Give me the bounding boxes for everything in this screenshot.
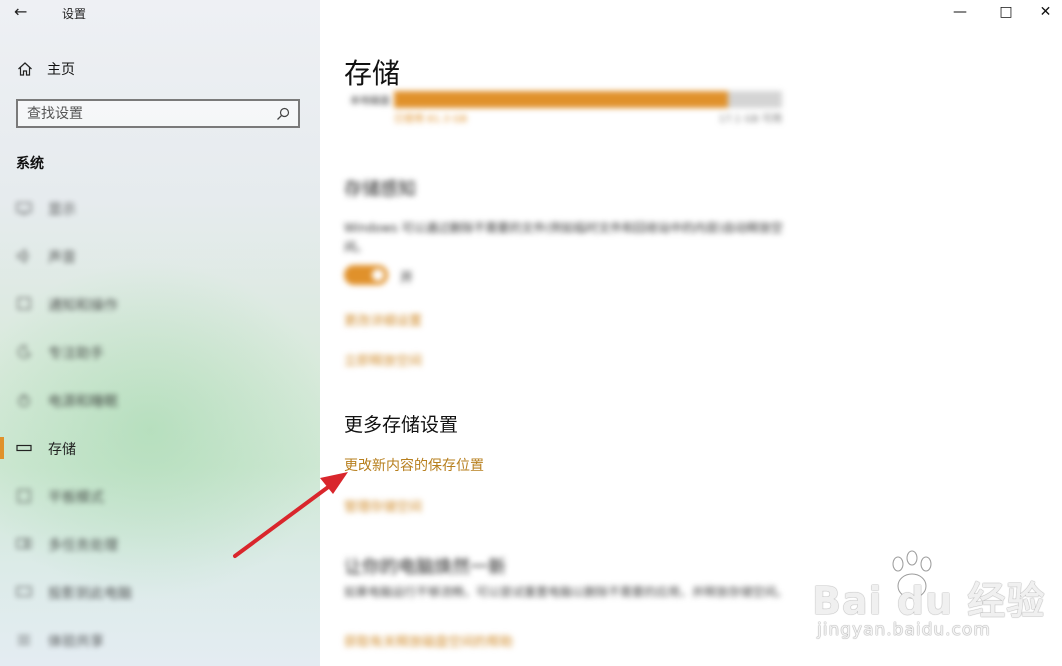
sidebar-item-label: 显示 xyxy=(48,202,76,218)
active-indicator xyxy=(0,437,4,459)
usage-bar xyxy=(394,91,782,108)
multitasking-icon xyxy=(16,538,32,549)
sidebar-item-shared[interactable]: 体验共享 xyxy=(0,626,320,654)
sidebar-item-label: 存储 xyxy=(48,442,76,458)
sidebar-item-label: 声音 xyxy=(48,250,76,266)
sidebar-item-label: 体验共享 xyxy=(48,634,104,650)
home-icon xyxy=(18,62,32,76)
sidebar-item-label: 投影到此电脑 xyxy=(48,586,132,602)
usage-bar-fill xyxy=(394,91,728,108)
free-space-now-link[interactable]: 立即释放空间 xyxy=(344,350,422,369)
sidebar-item-notifications[interactable]: 通知和操作 xyxy=(0,290,320,318)
storage-sense-header: 存储感知 xyxy=(344,179,416,200)
change-save-location-link[interactable]: 更改新内容的保存位置 xyxy=(344,455,484,475)
used-space: 已使用 81.3 GB xyxy=(394,114,468,125)
search-input[interactable] xyxy=(27,104,267,124)
project-icon xyxy=(16,586,32,597)
sidebar: ← 设置 主页 系统 显示 声音 通知和操作 专注助手 电源和睡眠 xyxy=(0,0,320,666)
sidebar-item-tablet[interactable]: 平板模式 xyxy=(0,482,320,510)
watermark-logo-text: Bai du 经验 xyxy=(812,579,1046,623)
home-label: 主页 xyxy=(47,62,75,78)
search-icon[interactable] xyxy=(276,107,290,121)
sidebar-item-label: 多任务处理 xyxy=(48,538,118,554)
storage-sense-toggle[interactable] xyxy=(344,265,388,285)
sidebar-item-label: 电源和睡眠 xyxy=(48,394,118,410)
tablet-icon xyxy=(17,489,31,503)
app-title: 设置 xyxy=(62,7,87,21)
drive-usage[interactable]: 本地磁盘 (C:) 已使用 81.3 GB 17.1 GB 可用 xyxy=(344,90,784,130)
shared-icon xyxy=(18,635,30,645)
sidebar-item-label: 通知和操作 xyxy=(48,298,118,314)
free-space: 17.1 GB 可用 xyxy=(718,114,782,125)
sidebar-item-sound[interactable]: 声音 xyxy=(0,242,320,270)
sound-icon xyxy=(17,248,29,264)
sidebar-item-display[interactable]: 显示 xyxy=(0,194,320,222)
sidebar-item-storage[interactable]: 存储 xyxy=(0,434,320,462)
section2-header: 让你的电脑焕然一新 xyxy=(344,557,506,578)
sidebar-item-label: 专注助手 xyxy=(48,346,104,362)
section2-help-link[interactable]: 获取有关释放磁盘空间的帮助 xyxy=(344,631,513,650)
baidu-watermark: Bai du 经验 jingyan.baidu.com xyxy=(812,548,1057,658)
sidebar-item-label: 平板模式 xyxy=(48,490,104,506)
toggle-knob xyxy=(372,269,384,281)
more-storage-settings-header: 更多存储设置 xyxy=(344,414,459,436)
storage-sense-description: Windows 可以通过删除不需要的文件(例如临时文件和回收站中的内容)自动释放… xyxy=(344,221,783,254)
power-icon xyxy=(18,394,30,407)
watermark-url: jingyan.baidu.com xyxy=(817,620,991,640)
sidebar-item-focus-assist[interactable]: 专注助手 xyxy=(0,338,320,366)
sidebar-section-header: 系统 xyxy=(16,156,44,172)
sidebar-item-home[interactable]: 主页 xyxy=(17,58,75,80)
sidebar-item-multitasking[interactable]: 多任务处理 xyxy=(0,530,320,558)
toggle-state-label: 开 xyxy=(400,271,414,286)
title-bar: ← 设置 xyxy=(0,0,320,26)
notifications-icon xyxy=(17,297,31,310)
display-icon xyxy=(16,202,32,215)
sidebar-item-power[interactable]: 电源和睡眠 xyxy=(0,386,320,414)
search-box[interactable] xyxy=(16,99,300,128)
manage-storage-spaces-link[interactable]: 管理存储空间 xyxy=(344,496,422,515)
focus-assist-icon xyxy=(17,345,31,359)
configure-storage-sense-link[interactable]: 更改详细设置 xyxy=(344,310,422,329)
page-title: 存储 xyxy=(344,57,401,90)
back-arrow-icon[interactable]: ← xyxy=(14,2,27,21)
storage-icon xyxy=(16,444,32,452)
sidebar-item-project[interactable]: 投影到此电脑 xyxy=(0,578,320,606)
